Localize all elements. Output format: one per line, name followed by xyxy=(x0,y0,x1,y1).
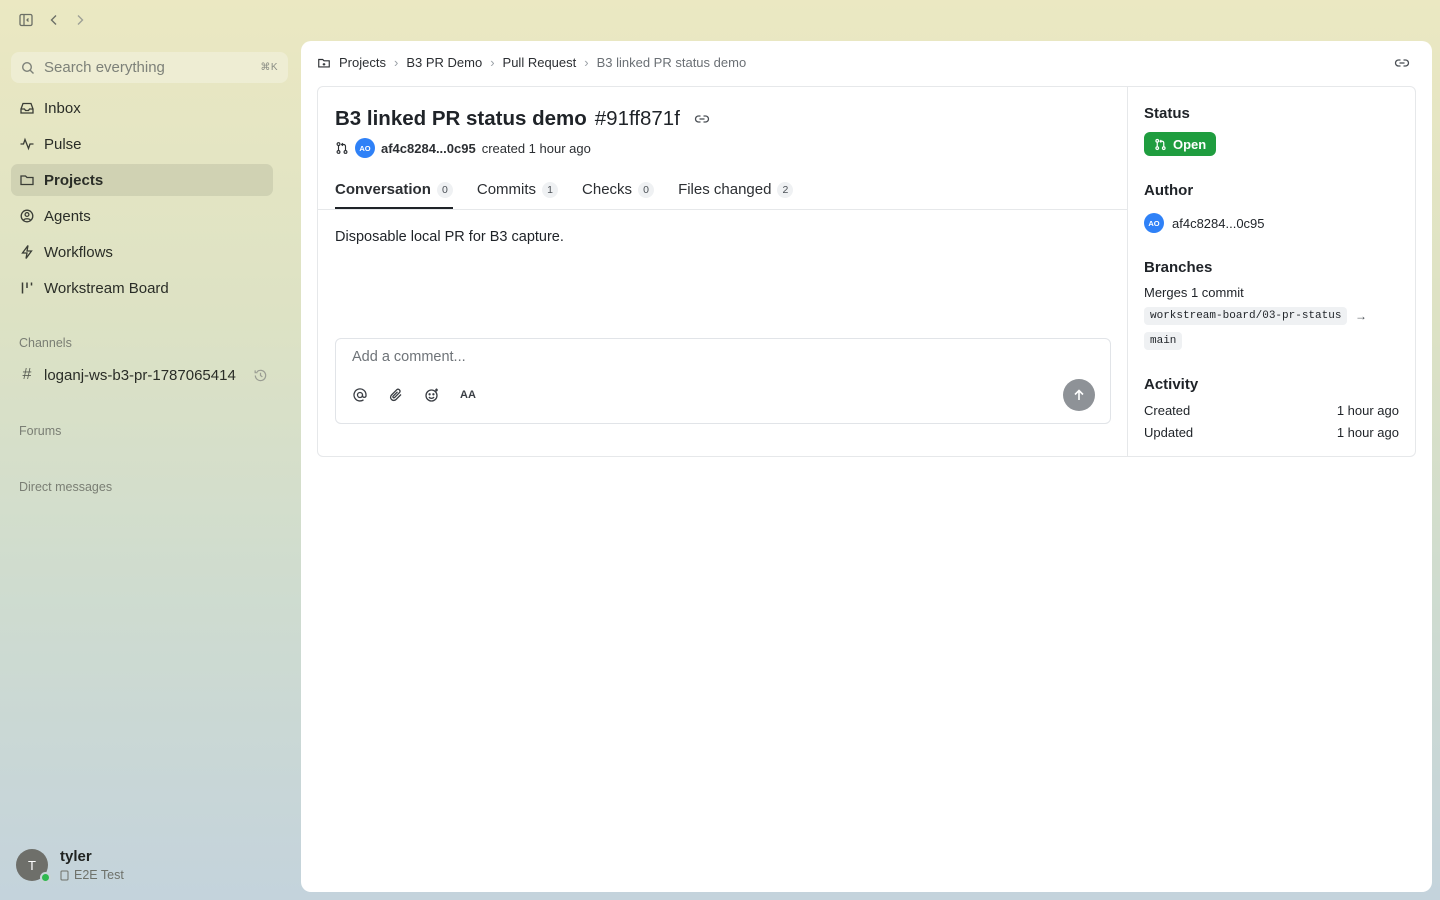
pr-author[interactable]: af4c8284...0c95 xyxy=(381,141,476,156)
folder-icon xyxy=(19,172,35,188)
user-status: E2E Test xyxy=(60,868,124,882)
sidebar-item-workstream-board[interactable]: Workstream Board xyxy=(11,272,273,304)
pr-meta: AO af4c8284...0c95 created 1 hour ago xyxy=(335,138,591,158)
dms-heading: Direct messages xyxy=(19,480,113,494)
sidebar-item-agents[interactable]: Agents xyxy=(11,200,273,232)
pulse-icon xyxy=(19,136,35,152)
pr-hash: #91ff871f xyxy=(594,107,680,130)
back-icon[interactable] xyxy=(44,10,64,30)
breadcrumb-project[interactable]: B3 PR Demo xyxy=(406,55,482,70)
channel-item[interactable]: # loganj-ws-b3-pr-1787065414 xyxy=(11,359,276,391)
tab-count: 0 xyxy=(436,182,453,198)
pr-tabs: Conversation 0 Commits 1 Checks 0 Files cha… xyxy=(335,181,794,209)
sidebar-item-label: Inbox xyxy=(44,99,81,117)
pull-request-icon xyxy=(335,141,349,155)
board-icon xyxy=(19,280,35,296)
author-name: af4c8284...0c95 xyxy=(1172,215,1265,231)
pull-request-card: B3 linked PR status demo #91ff871f AO af… xyxy=(317,86,1416,457)
comment-input[interactable] xyxy=(352,349,1092,371)
sidebar: ⌘K Inbox Pulse Projects Agents Workflows… xyxy=(0,40,300,900)
sidebar-item-pulse[interactable]: Pulse xyxy=(11,128,273,160)
composer-tools: AA xyxy=(350,385,478,405)
channels-heading: Channels xyxy=(19,336,72,350)
sidebar-item-inbox[interactable]: Inbox xyxy=(11,92,273,124)
arrow-right-icon: → xyxy=(1355,309,1367,323)
breadcrumb-projects[interactable]: Projects xyxy=(339,55,386,70)
user-profile[interactable]: T tyler E2E Test xyxy=(16,848,124,883)
link-icon[interactable] xyxy=(694,111,710,127)
projects-folder-icon xyxy=(317,56,331,70)
pr-content: B3 linked PR status demo #91ff871f AO af… xyxy=(318,87,1128,456)
sidebar-item-label: Agents xyxy=(44,207,91,225)
sidebar-nav: Inbox Pulse Projects Agents Workflows Wo… xyxy=(11,92,273,308)
tab-checks[interactable]: Checks 0 xyxy=(582,181,655,209)
search-input[interactable] xyxy=(44,59,252,76)
tab-count: 2 xyxy=(777,182,794,198)
breadcrumb-section[interactable]: Pull Request xyxy=(503,55,577,70)
author-row[interactable]: AO af4c8284...0c95 xyxy=(1144,213,1265,233)
author-avatar: AO xyxy=(355,138,375,158)
activity-heading: Activity xyxy=(1144,376,1199,393)
chevron-right-icon: › xyxy=(584,55,589,70)
author-avatar: AO xyxy=(1144,213,1164,233)
activity-created: Created 1 hour ago xyxy=(1144,403,1399,418)
chevron-right-icon: › xyxy=(393,55,399,70)
tab-divider xyxy=(318,209,1127,210)
activity-updated: Updated 1 hour ago xyxy=(1144,425,1399,440)
tab-count: 1 xyxy=(542,182,559,198)
history-icon[interactable] xyxy=(253,368,268,383)
forward-icon[interactable] xyxy=(70,10,90,30)
merge-summary: Merges 1 commit xyxy=(1144,285,1244,300)
page-title: B3 linked PR status demo #91ff871f xyxy=(335,107,710,131)
presence-indicator xyxy=(40,872,51,883)
status-badge: Open xyxy=(1144,132,1217,156)
sidebar-item-label: Workstream Board xyxy=(44,279,169,297)
channel-name: loganj-ws-b3-pr-1787065414 xyxy=(44,366,236,384)
pr-title: B3 linked PR status demo xyxy=(335,107,587,130)
tab-conversation[interactable]: Conversation 0 xyxy=(335,181,453,209)
inbox-icon xyxy=(19,100,35,116)
user-name: tyler xyxy=(60,848,92,865)
comment-composer: AA xyxy=(335,338,1111,424)
sidebar-item-workflows[interactable]: Workflows xyxy=(11,236,273,268)
text-format-icon[interactable]: AA xyxy=(458,385,478,405)
tab-commits[interactable]: Commits 1 xyxy=(477,181,559,209)
toggle-sidebar-icon[interactable] xyxy=(16,10,36,30)
source-branch: workstream-board/03-pr-status xyxy=(1144,307,1348,325)
author-heading: Author xyxy=(1144,182,1194,199)
breadcrumb: Projects › B3 PR Demo › Pull Request › B… xyxy=(317,55,746,70)
emoji-icon[interactable] xyxy=(422,385,442,405)
pr-description: Disposable local PR for B3 capture. xyxy=(335,229,564,245)
sidebar-item-label: Pulse xyxy=(44,135,82,153)
pull-request-icon xyxy=(1154,138,1167,151)
sidebar-item-label: Projects xyxy=(44,171,104,189)
target-branch: main xyxy=(1144,332,1183,350)
search-box[interactable]: ⌘K xyxy=(11,52,288,83)
branches-heading: Branches xyxy=(1144,259,1213,276)
sidebar-item-projects[interactable]: Projects xyxy=(11,164,273,196)
window-toolbar xyxy=(0,0,300,40)
chevron-right-icon: › xyxy=(490,55,495,70)
agents-icon xyxy=(19,208,35,224)
sidebar-item-label: Workflows xyxy=(44,243,113,261)
search-shortcut: ⌘K xyxy=(260,62,278,73)
hash-icon: # xyxy=(22,366,32,383)
forums-heading: Forums xyxy=(19,424,62,438)
status-heading: Status xyxy=(1144,105,1190,122)
send-button[interactable] xyxy=(1063,379,1095,411)
arrow-up-icon xyxy=(1074,389,1084,400)
tab-files-changed[interactable]: Files changed 2 xyxy=(678,181,794,209)
search-icon xyxy=(21,61,35,75)
lightning-icon xyxy=(19,244,35,260)
breadcrumb-current: B3 linked PR status demo xyxy=(596,55,747,70)
avatar: T xyxy=(16,849,51,883)
status-icon xyxy=(60,870,69,881)
attachment-icon[interactable] xyxy=(386,385,406,405)
copy-link-icon[interactable] xyxy=(1394,55,1410,71)
tab-count: 0 xyxy=(638,182,655,198)
mention-icon[interactable] xyxy=(350,385,370,405)
main-panel: Projects › B3 PR Demo › Pull Request › B… xyxy=(301,41,1432,892)
pr-created: created 1 hour ago xyxy=(481,140,591,156)
